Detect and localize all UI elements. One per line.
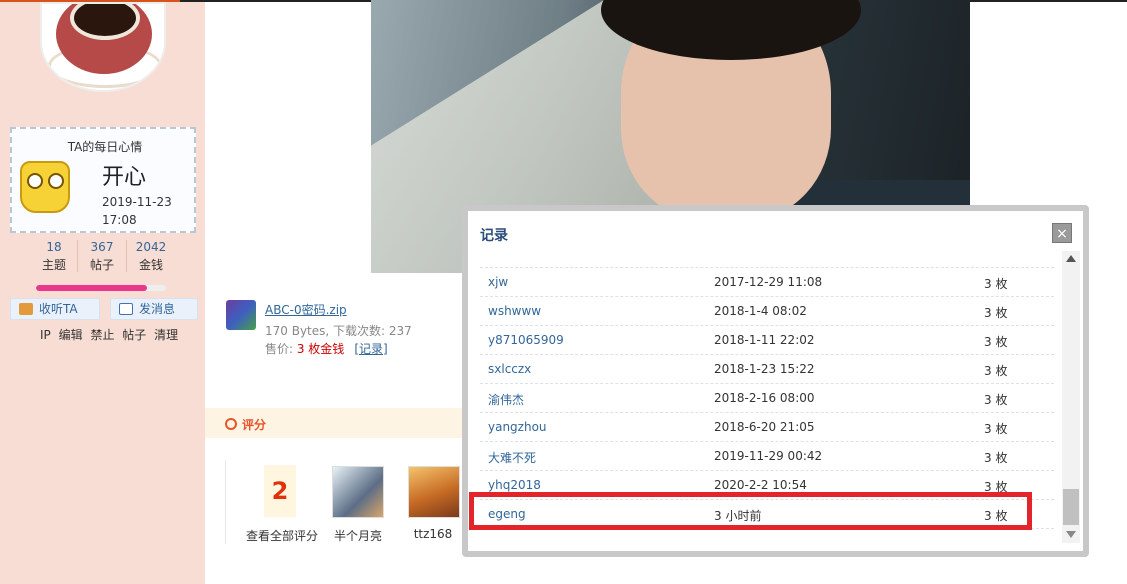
admin-link-posts[interactable]: 帖子 — [122, 328, 146, 342]
record-time: 2018-2-16 08:00 — [714, 391, 815, 405]
mood-eye-right — [48, 173, 64, 189]
admin-link-ban[interactable]: 禁止 — [90, 328, 114, 342]
stat-posts-num[interactable]: 367 — [78, 238, 126, 256]
rating-header: 评分 — [205, 408, 470, 438]
stat-money-label: 金钱 — [138, 258, 163, 272]
view-all-ratings-link[interactable]: 查看全部评分 — [245, 527, 319, 544]
record-amount: 3 枚 — [984, 393, 1008, 407]
record-amount: 3 枚 — [984, 277, 1008, 291]
record-time: 2019-11-29 00:42 — [714, 449, 823, 463]
mood-date-time: 17:08 — [102, 213, 137, 227]
record-user[interactable]: wshwww — [488, 304, 541, 318]
mood-date: 2019-11-23 17:08 — [102, 193, 172, 229]
record-amount: 3 枚 — [984, 451, 1008, 465]
list-item: sxlcczx 2018-1-23 15:22 3 枚 — [480, 355, 1054, 384]
user-profile-sidebar: TA的每日心情 开心 2019-11-23 17:08 18 主题 367 帖子… — [0, 2, 205, 584]
attachment-meta: 170 Bytes, 下载次数: 237 — [265, 324, 412, 338]
record-amount: 3 枚 — [984, 422, 1008, 436]
mood-title: TA的每日心情 — [67, 140, 143, 154]
record-user[interactable]: 渝伟杰 — [488, 391, 524, 408]
record-user[interactable]: y871065909 — [488, 333, 564, 347]
avatar[interactable] — [40, 2, 166, 92]
envelope-icon — [119, 303, 133, 315]
record-time: 2020-2-2 10:54 — [714, 478, 807, 492]
record-time: 2018-1-11 22:02 — [714, 333, 815, 347]
zip-archive-icon — [226, 300, 256, 330]
record-time: 2018-6-20 21:05 — [714, 420, 815, 434]
stat-money-num[interactable]: 2042 — [127, 238, 175, 256]
record-user[interactable]: xjw — [488, 275, 508, 289]
mood-text: 开心 — [102, 165, 147, 190]
stat-topics-label: 主题 — [41, 258, 66, 272]
price-prefix: 售价: — [265, 342, 297, 356]
admin-link-ip[interactable]: IP — [40, 328, 51, 342]
record-link[interactable]: [记录] — [354, 342, 387, 356]
list-item: yangzhou 2018-6-20 21:05 3 枚 — [480, 413, 1054, 442]
list-item-partial — [480, 249, 1054, 268]
list-item: 大难不死 2019-11-29 00:42 3 枚 — [480, 442, 1054, 471]
dialog-scrollbar[interactable] — [1062, 251, 1080, 543]
rating-circle-icon — [225, 418, 237, 430]
rating-divider — [225, 460, 226, 544]
dialog-title: 记录 — [480, 228, 508, 244]
record-user[interactable]: sxlcczx — [488, 362, 531, 376]
stat-money[interactable]: 2042 金钱 — [127, 238, 175, 274]
admin-link-clean[interactable]: 清理 — [154, 328, 178, 342]
send-message-button[interactable]: 发消息 — [110, 298, 198, 320]
record-user[interactable]: yhq2018 — [488, 478, 541, 492]
attachment-price: 售价: 3 枚金钱 [记录] — [265, 340, 388, 357]
price-value: 3 枚金钱 — [296, 342, 345, 356]
record-user[interactable]: 大难不死 — [488, 449, 536, 466]
record-time: 2018-1-23 15:22 — [714, 362, 815, 376]
list-item: xjw 2017-12-29 11:08 3 枚 — [480, 268, 1054, 297]
mood-emoji-icon — [20, 161, 70, 213]
list-item: y871065909 2018-1-11 22:02 3 枚 — [480, 326, 1054, 355]
list-item: 渝伟杰 2018-2-16 08:00 3 枚 — [480, 384, 1054, 413]
mood-eye-left — [27, 173, 43, 189]
close-button[interactable]: × — [1052, 223, 1072, 243]
admin-link-edit[interactable]: 编辑 — [59, 328, 83, 342]
rater-name[interactable]: ttz168 — [408, 527, 458, 541]
attachment-link[interactable]: ABC-0密码.zip — [265, 301, 347, 318]
rater-avatar[interactable] — [332, 466, 384, 518]
rater-name[interactable]: 半个月亮 — [332, 527, 384, 544]
level-progress-bar — [36, 285, 166, 291]
follow-label: 收听TA — [39, 302, 78, 316]
send-message-label: 发消息 — [139, 302, 176, 316]
record-time: 2018-1-4 08:02 — [714, 304, 807, 318]
record-amount: 3 枚 — [984, 364, 1008, 378]
rating-count[interactable]: 2 — [264, 465, 296, 517]
rating-title: 评分 — [242, 418, 267, 432]
stat-topics[interactable]: 18 主题 — [30, 238, 78, 274]
record-amount: 3 枚 — [984, 335, 1008, 349]
follow-icon — [19, 303, 33, 315]
scroll-up-arrow-icon[interactable] — [1066, 255, 1076, 262]
record-amount: 3 枚 — [984, 306, 1008, 320]
daily-mood-box: TA的每日心情 开心 2019-11-23 17:08 — [10, 127, 196, 233]
scroll-down-arrow-icon[interactable] — [1066, 531, 1076, 538]
stat-posts-label: 帖子 — [89, 258, 114, 272]
stat-posts[interactable]: 367 帖子 — [78, 238, 126, 274]
stat-topics-num[interactable]: 18 — [30, 238, 78, 256]
follow-button[interactable]: 收听TA — [10, 298, 100, 320]
rater-avatar[interactable] — [408, 466, 460, 518]
record-user[interactable]: yangzhou — [488, 420, 547, 434]
mood-date-day: 2019-11-23 — [102, 195, 172, 209]
user-stats: 18 主题 367 帖子 2042 金钱 — [22, 238, 182, 274]
list-item: wshwww 2018-1-4 08:02 3 枚 — [480, 297, 1054, 326]
scroll-thumb[interactable] — [1063, 489, 1079, 525]
admin-links: IP 编辑 禁止 帖子 清理 — [40, 326, 182, 343]
level-progress-fill — [36, 285, 147, 291]
record-time: 2017-12-29 11:08 — [714, 275, 823, 289]
highlight-box — [469, 492, 1032, 530]
